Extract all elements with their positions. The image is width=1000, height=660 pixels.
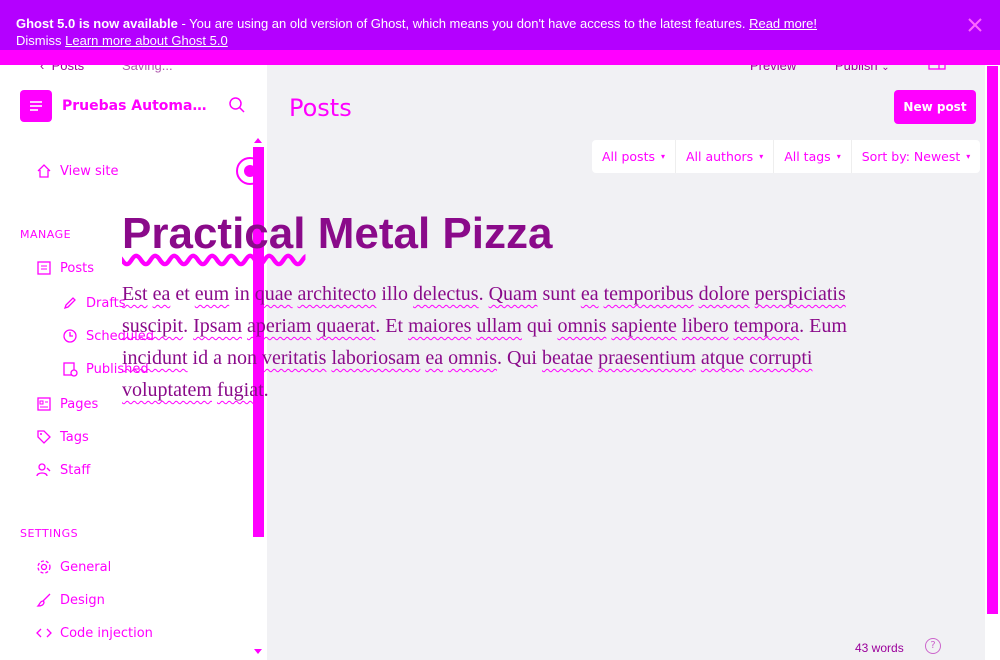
sidebar-item-pages[interactable]: Pages xyxy=(36,396,98,412)
posts-filters: All posts ▾ All authors ▾ All tags ▾ Sort b… xyxy=(592,140,981,173)
cursor-indicator-icon xyxy=(236,157,264,185)
sort-order-dropdown[interactable]: Sort by: Newest ▾ xyxy=(852,140,981,173)
new-post-button[interactable]: New post xyxy=(894,90,976,124)
scroll-down-arrow-icon[interactable] xyxy=(254,649,262,654)
sidebar-item-code-injection[interactable]: Code injection xyxy=(36,625,153,641)
word-count: 43 words xyxy=(855,641,904,655)
site-name: Pruebas Automati... xyxy=(62,98,212,114)
sidebar-item-label: View site xyxy=(60,163,119,179)
sidebar-item-tags[interactable]: Tags xyxy=(36,429,89,445)
sidebar-item-staff[interactable]: Staff xyxy=(36,462,90,478)
post-title-text: Practical Metal Pizza xyxy=(122,209,553,258)
site-brand[interactable]: Pruebas Automati... xyxy=(20,90,212,122)
staff-icon xyxy=(36,463,51,477)
main-scrollbar[interactable] xyxy=(985,62,1000,660)
banner-strip xyxy=(0,50,1000,65)
banner-dismiss-text[interactable]: Dismiss xyxy=(16,33,62,48)
chevron-down-icon: ▾ xyxy=(660,152,665,161)
sidebar-item-label: General xyxy=(60,559,112,575)
banner-headline: Ghost 5.0 is now available xyxy=(16,16,178,31)
chevron-down-icon: ▾ xyxy=(966,152,971,161)
post-editor[interactable]: Practical Metal Pizza Est ea et eum in q… xyxy=(122,206,882,406)
banner-body: - You are using an old version of Ghost,… xyxy=(177,16,746,31)
search-icon[interactable] xyxy=(228,96,246,118)
pages-icon xyxy=(37,397,51,411)
post-body-text: Est ea et eum in quae architecto illo de… xyxy=(122,283,847,401)
tag-icon xyxy=(37,430,51,444)
sidebar-item-label: Drafts xyxy=(86,295,126,311)
sidebar-item-label: Staff xyxy=(60,462,91,478)
section-label-manage: MANAGE xyxy=(20,228,72,241)
site-logo xyxy=(20,90,52,122)
sidebar-item-label: Pages xyxy=(60,396,99,412)
filter-author-dropdown[interactable]: All authors ▾ xyxy=(676,140,775,173)
post-title-input[interactable]: Practical Metal Pizza xyxy=(122,206,882,262)
sidebar-item-label: Tags xyxy=(60,429,89,445)
sidebar-item-label: Posts xyxy=(60,260,94,276)
sidebar-item-drafts[interactable]: Drafts xyxy=(62,295,126,311)
home-icon xyxy=(37,164,51,178)
sidebar-item-view-site[interactable]: View site xyxy=(36,163,118,179)
code-icon xyxy=(36,628,52,638)
published-icon xyxy=(63,362,78,377)
learn-more-link[interactable]: Learn more about Ghost 5.0 xyxy=(65,33,228,48)
posts-icon xyxy=(37,261,51,275)
sidebar-item-posts[interactable]: Posts xyxy=(36,260,94,276)
page-title: Posts xyxy=(289,94,352,122)
section-label-settings: SETTINGS xyxy=(20,527,79,540)
help-icon[interactable]: ? xyxy=(925,638,941,654)
close-icon[interactable] xyxy=(966,16,984,34)
scroll-up-arrow-icon[interactable] xyxy=(254,138,262,143)
brush-icon xyxy=(36,593,51,607)
read-more-link[interactable]: Read more! xyxy=(749,16,817,31)
sidebar-item-design[interactable]: Design xyxy=(36,592,105,608)
pencil-icon xyxy=(63,297,76,310)
chevron-down-icon: ▾ xyxy=(836,152,841,161)
banner-message: Ghost 5.0 is now available - You are usi… xyxy=(16,15,926,49)
filter-type-dropdown[interactable]: All posts ▾ xyxy=(592,140,676,173)
clock-icon xyxy=(63,329,77,343)
sidebar-item-label: Design xyxy=(60,592,105,608)
scrollbar-thumb[interactable] xyxy=(987,66,998,614)
filter-tag-dropdown[interactable]: All tags ▾ xyxy=(774,140,852,173)
sidebar-item-general[interactable]: General xyxy=(36,559,111,575)
post-body-editor[interactable]: Est ea et eum in quae architecto illo de… xyxy=(122,278,882,406)
sidebar-item-label: Code injection xyxy=(60,625,153,641)
chevron-down-icon: ▾ xyxy=(759,152,764,161)
gear-icon xyxy=(37,560,51,574)
